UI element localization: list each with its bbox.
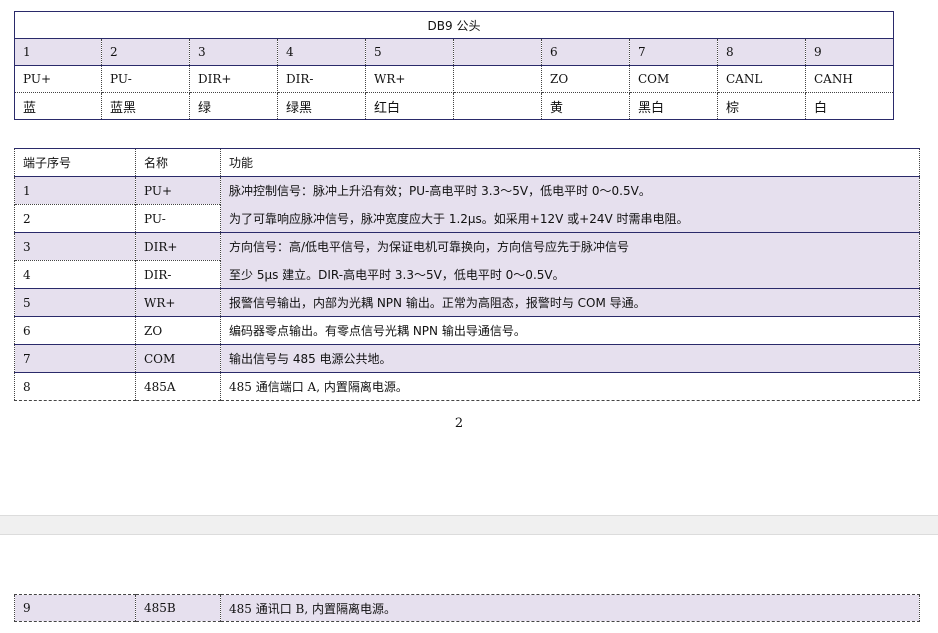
db9-pin-number: 2 (101, 38, 190, 66)
table-row: 3 DIR+ 方向信号：高/低电平信号，为保证电机可靠换向，方向信号应先于脉冲信… (14, 232, 920, 261)
db9-pin-number: 8 (717, 38, 806, 66)
db9-signal: DIR+ (189, 65, 278, 93)
db9-pin-number: 7 (629, 38, 718, 66)
db9-signal: CANL (717, 65, 806, 93)
terminal-function-table: 端子序号 名称 功能 1 PU+ 脉冲控制信号：脉冲上升沿有效；PU-高电平时 … (14, 148, 920, 401)
db9-wire-color: 绿黑 (277, 92, 366, 120)
terminal-function: 编码器零点输出。有零点信号光耦 NPN 输出导通信号。 (220, 316, 920, 345)
db9-wire-color-row: 蓝 蓝黑 绿 绿黑 红白 黄 黑白 棕 白 (14, 92, 895, 120)
terminal-number: 9 (14, 594, 136, 622)
direction-function-line2: 至少 5μs 建立。DIR-高电平时 3.3～5V，低电平时 0～0.5V。 (220, 260, 920, 289)
terminal-number: 3 (14, 232, 136, 261)
db9-signal: ZO (541, 65, 630, 93)
db9-pin-number-row: 1 2 3 4 5 6 7 8 9 (14, 38, 895, 66)
db9-signal-row: PU+ PU- DIR+ DIR- WR+ ZO COM CANL CANH (14, 65, 895, 93)
db9-wire-color: 蓝黑 (101, 92, 190, 120)
table-row: 8 485A 485 通信端口 A, 内置隔离电源。 (14, 372, 920, 401)
db9-pin-number: 3 (189, 38, 278, 66)
db9-pin-number: 4 (277, 38, 366, 66)
db9-signal: CANH (804, 65, 895, 93)
db9-wire-color: 黄 (541, 92, 630, 120)
terminal-name: 485B (135, 594, 221, 622)
terminal-function: 报警信号输出，内部为光耦 NPN 输出。正常为高阻态，报警时与 COM 导通。 (220, 288, 920, 317)
page-number: 2 (454, 416, 464, 431)
db9-wire-color: 红白 (365, 92, 454, 120)
db9-wire-color: 黑白 (629, 92, 718, 120)
table-row: 4 DIR- 至少 5μs 建立。DIR-高电平时 3.3～5V，低电平时 0～… (14, 260, 920, 289)
table-row: 9 485B 485 通讯口 B, 内置隔离电源。 (14, 594, 920, 622)
db9-wire-color: 绿 (189, 92, 278, 120)
db9-signal: PU+ (14, 65, 102, 93)
header-terminal-number: 端子序号 (14, 148, 136, 177)
db9-pin-number: 5 (365, 38, 454, 66)
terminal-name: COM (135, 344, 221, 373)
terminal-name: PU+ (135, 176, 221, 205)
terminal-function: 485 通信端口 A, 内置隔离电源。 (220, 372, 920, 401)
pulse-function-line2: 为了可靠响应脉冲信号，脉冲宽度应大于 1.2μs。如采用+12V 或+24V 时… (220, 204, 920, 233)
table-header-row: 端子序号 名称 功能 (14, 148, 920, 177)
db9-pinout-table: DB9 公头 1 2 3 4 5 6 7 8 9 PU+ PU- DIR+ DI… (13, 11, 895, 120)
terminal-name: PU- (135, 204, 221, 233)
terminal-function: 485 通讯口 B, 内置隔离电源。 (220, 594, 920, 622)
db9-pin-number: 9 (804, 38, 895, 66)
terminal-number: 6 (14, 316, 136, 345)
terminal-name: DIR- (135, 260, 221, 289)
header-function: 功能 (220, 148, 920, 177)
db9-signal: PU- (101, 65, 190, 93)
terminal-number: 1 (14, 176, 136, 205)
table-row: 1 PU+ 脉冲控制信号：脉冲上升沿有效；PU-高电平时 3.3～5V，低电平时… (14, 176, 920, 205)
table-row: 5 WR+ 报警信号输出，内部为光耦 NPN 输出。正常为高阻态，报警时与 CO… (14, 288, 920, 317)
pulse-function-line1: 脉冲控制信号：脉冲上升沿有效；PU-高电平时 3.3～5V，低电平时 0～0.5… (220, 176, 920, 205)
terminal-function: 输出信号与 485 电源公共地。 (220, 344, 920, 373)
direction-function-line1: 方向信号：高/低电平信号，为保证电机可靠换向，方向信号应先于脉冲信号 (220, 232, 920, 261)
terminal-function-table-continued: 9 485B 485 通讯口 B, 内置隔离电源。 (14, 594, 920, 622)
db9-table-title: DB9 公头 (13, 11, 895, 39)
terminal-name: DIR+ (135, 232, 221, 261)
db9-signal (453, 65, 542, 93)
header-name: 名称 (135, 148, 221, 177)
db9-wire-color: 白 (804, 92, 895, 120)
db9-signal: DIR- (277, 65, 366, 93)
db9-pin-number (453, 38, 542, 66)
table-row: 7 COM 输出信号与 485 电源公共地。 (14, 344, 920, 373)
db9-pin-number: 1 (14, 38, 102, 66)
terminal-number: 4 (14, 260, 136, 289)
db9-wire-color: 棕 (717, 92, 806, 120)
terminal-number: 8 (14, 372, 136, 401)
terminal-number: 7 (14, 344, 136, 373)
db9-pin-number: 6 (541, 38, 630, 66)
db9-signal: COM (629, 65, 718, 93)
db9-wire-color: 蓝 (14, 92, 102, 120)
db9-wire-color (453, 92, 542, 120)
table-row: 2 PU- 为了可靠响应脉冲信号，脉冲宽度应大于 1.2μs。如采用+12V 或… (14, 204, 920, 233)
terminal-name: WR+ (135, 288, 221, 317)
terminal-number: 2 (14, 204, 136, 233)
table-row: 6 ZO 编码器零点输出。有零点信号光耦 NPN 输出导通信号。 (14, 316, 920, 345)
page-break-separator (0, 515, 938, 535)
terminal-name: ZO (135, 316, 221, 345)
terminal-number: 5 (14, 288, 136, 317)
db9-signal: WR+ (365, 65, 454, 93)
terminal-name: 485A (135, 372, 221, 401)
